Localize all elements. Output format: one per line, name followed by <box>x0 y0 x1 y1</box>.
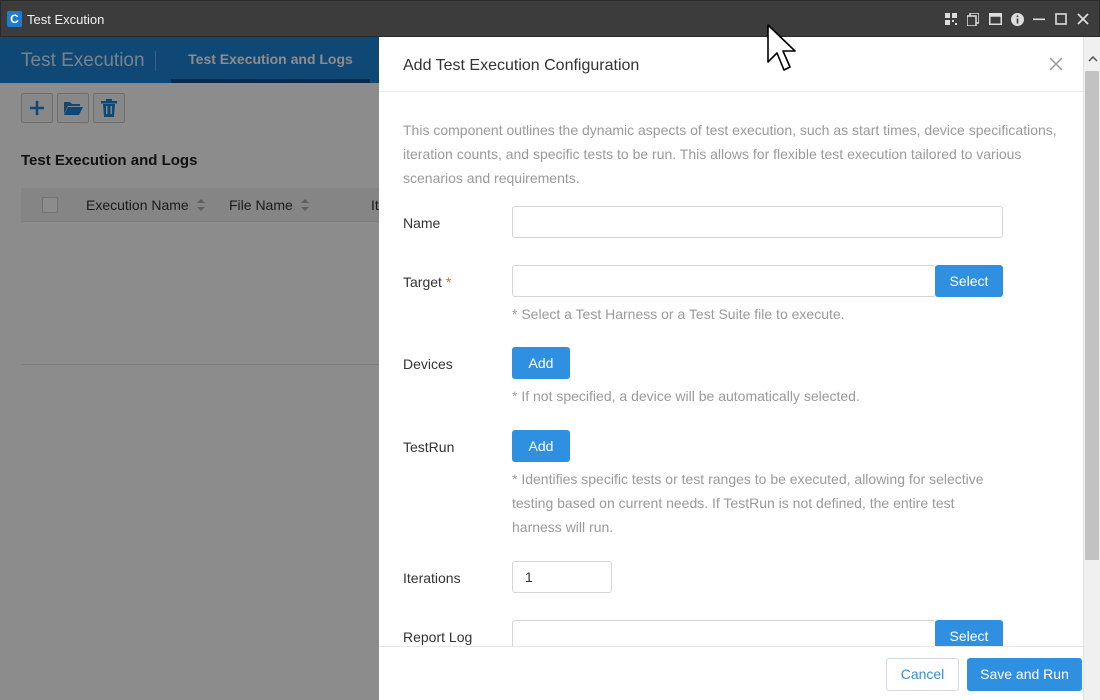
mouse-cursor-icon <box>767 24 797 74</box>
iterations-label: Iterations <box>403 570 461 586</box>
devices-label: Devices <box>403 356 453 372</box>
close-icon[interactable] <box>1049 57 1065 73</box>
add-testrun-button[interactable]: Add <box>512 430 570 462</box>
window-titlebar: C Test Excution <box>0 0 1100 37</box>
drawer-description: This component outlines the dynamic aspe… <box>403 122 1057 186</box>
testrun-hint-line3: harness will run. <box>512 519 614 535</box>
info-icon[interactable] <box>1009 10 1025 28</box>
grid-icon[interactable] <box>943 10 959 28</box>
close-window-icon[interactable] <box>1075 10 1091 28</box>
add-device-button[interactable]: Add <box>512 347 570 379</box>
target-hint: * Select a Test Harness or a Test Suite … <box>512 306 845 322</box>
drawer-footer: Cancel Save and Run <box>379 646 1083 700</box>
iterations-input[interactable] <box>512 561 612 593</box>
target-label-text: Target <box>403 274 442 290</box>
drawer-title: Add Test Execution Configuration <box>403 57 640 74</box>
app-logo-icon: C <box>7 11 22 27</box>
layout-icon[interactable] <box>987 10 1003 28</box>
report-log-label: Report Log <box>403 629 473 645</box>
drawer-scrollbar[interactable] <box>1083 37 1100 700</box>
testrun-hint-line1: * Identifies specific tests or test rang… <box>512 471 984 487</box>
devices-hint: * If not specified, a device will be aut… <box>512 388 860 404</box>
name-label: Name <box>403 215 441 231</box>
save-and-run-button[interactable]: Save and Run <box>967 658 1082 691</box>
window-title: Test Excution <box>27 12 105 27</box>
cancel-button[interactable]: Cancel <box>886 658 959 691</box>
minimize-icon[interactable] <box>1031 10 1047 28</box>
modal-overlay[interactable] <box>0 37 380 700</box>
name-input[interactable] <box>512 206 1003 238</box>
required-mark: * <box>445 274 452 290</box>
copy-icon[interactable] <box>965 10 981 28</box>
drawer-header: Add Test Execution Configuration <box>379 37 1083 92</box>
config-drawer: Add Test Execution Configuration This co… <box>379 37 1083 700</box>
target-select-button[interactable]: Select <box>935 265 1003 297</box>
target-input[interactable] <box>512 265 936 297</box>
scrollbar-thumb[interactable] <box>1085 71 1099 560</box>
window-controls <box>943 10 1091 28</box>
maximize-icon[interactable] <box>1053 10 1069 28</box>
target-label: Target * <box>403 274 451 290</box>
testrun-label: TestRun <box>403 439 455 455</box>
testrun-hint-line2: testing based on current needs. If TestR… <box>512 495 955 511</box>
scroll-up-icon[interactable] <box>1084 51 1100 65</box>
